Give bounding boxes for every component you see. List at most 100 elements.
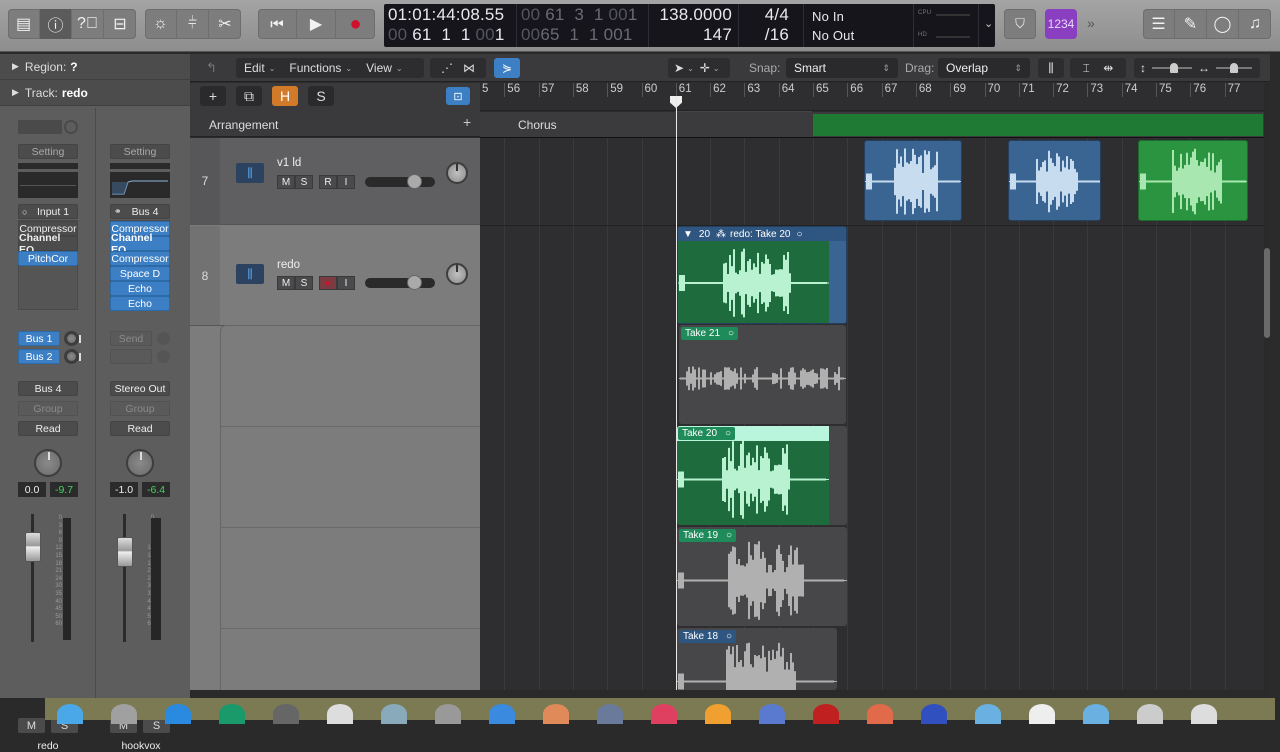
eq-thumbnail[interactable] — [18, 172, 78, 198]
pan-knob[interactable] — [34, 449, 62, 477]
add-track-button[interactable]: + — [200, 86, 226, 106]
horizontal-zoom-slider[interactable] — [1216, 63, 1252, 73]
eq-thumbnail[interactable] — [110, 172, 170, 198]
automation-icon[interactable]: ⋰ — [441, 61, 453, 75]
editors-button[interactable]: ✂ — [209, 9, 241, 39]
snap-select[interactable]: Smart ⇕ — [786, 58, 898, 78]
back-icon[interactable]: ↰ — [206, 60, 217, 76]
dock-app-icon[interactable] — [435, 704, 461, 724]
solo-button[interactable]: S — [295, 276, 313, 290]
waveform-zoom-button[interactable]: ⫼ — [1038, 58, 1064, 78]
take-lane-20[interactable]: Take 20 ○ — [677, 426, 847, 525]
pointer-tool-icon[interactable]: ➤ — [674, 61, 684, 75]
take-lane-19[interactable]: Take 19 ○ — [677, 527, 847, 626]
plugin-slot[interactable]: Echo — [110, 281, 170, 296]
dock-app-icon[interactable] — [975, 704, 1001, 724]
take-menu-icon[interactable]: ⁂ — [716, 229, 726, 240]
lcd-signature[interactable]: 4/4 /16 — [739, 4, 804, 47]
tracks-area[interactable]: ▼ 20 ⁂ redo: Take 20 ○ Take 21 ○ Take 20 ○… — [480, 138, 1264, 690]
solo-button[interactable]: S — [295, 175, 313, 189]
play-button[interactable]: ▶ — [297, 9, 336, 39]
drag-select[interactable]: Overlap ⇕ — [938, 58, 1030, 78]
disclosure-triangle-icon[interactable]: ▼ — [683, 229, 693, 240]
mixer-button[interactable]: ⫩ — [177, 9, 209, 39]
dock-app-icon[interactable] — [219, 704, 245, 724]
channel-name[interactable]: redo — [18, 740, 78, 752]
dock-app-icon[interactable] — [381, 704, 407, 724]
dock-app-icon[interactable] — [1083, 704, 1109, 724]
plugin-slot[interactable]: Echo — [110, 296, 170, 311]
dock-app-icon[interactable] — [597, 704, 623, 724]
dock-app-icon[interactable] — [327, 704, 353, 724]
audio-region[interactable] — [1138, 140, 1248, 221]
plugin-slot[interactable]: Channel EQ — [18, 232, 78, 256]
track-header-7[interactable]: 7 ⫼ v1 ld M S R I — [190, 138, 480, 225]
duplicate-track-button[interactable]: ⧉ — [236, 86, 262, 106]
quick-swipe-icon[interactable]: ○ — [796, 229, 802, 240]
track-name[interactable]: v1 ld — [277, 157, 301, 169]
input-monitor-button[interactable]: I — [337, 175, 355, 189]
marquee-tool-icon[interactable]: ✛ — [700, 61, 710, 75]
audio-region[interactable] — [1008, 140, 1101, 221]
record-button[interactable]: R — [319, 175, 337, 189]
dock-app-icon[interactable] — [543, 704, 569, 724]
plugin-slot[interactable]: Channel EQ — [110, 232, 170, 256]
mute-button[interactable]: M — [18, 718, 45, 733]
fit-horizontal-icon[interactable]: ⇹ — [1103, 61, 1113, 75]
record-enable-button[interactable]: ● — [319, 276, 337, 290]
count-in-button[interactable]: 1234 — [1045, 9, 1077, 39]
volume-slider-handle[interactable] — [407, 275, 422, 290]
view-menu[interactable]: View — [366, 61, 392, 75]
go-to-beginning-button[interactable]: ⏮ — [258, 9, 297, 39]
take-lane-21[interactable]: Take 21 ○ — [679, 325, 846, 424]
more-icon[interactable]: » — [1087, 15, 1095, 31]
dock-app-icon[interactable] — [1029, 704, 1055, 724]
bar-ruler[interactable]: 5 56 57 58 59 60 61 62 63 64 65 66 67 68 69 70 71 72 73 74 7… — [480, 83, 1264, 111]
loop-browser-button[interactable]: ◯ — [1207, 9, 1239, 39]
take-lane-18[interactable]: Take 18 ○ — [677, 628, 837, 690]
functions-menu[interactable]: Functions — [289, 61, 341, 75]
setting-button[interactable]: Setting — [18, 144, 78, 159]
dock-app-icon[interactable] — [111, 704, 137, 724]
audio-region[interactable] — [864, 140, 962, 221]
dock-app-icon[interactable] — [705, 704, 731, 724]
toolbar-button[interactable]: ⊟ — [104, 9, 136, 39]
library-button[interactable]: ▤ — [8, 9, 40, 39]
pan-knob[interactable] — [126, 449, 154, 477]
output-slot[interactable]: Bus 4 — [18, 381, 78, 396]
dock-app-icon[interactable] — [651, 704, 677, 724]
take-label[interactable]: Take 18 ○ — [679, 630, 737, 643]
volume-value[interactable]: -1.0 — [110, 482, 138, 497]
output-slot[interactable]: Stereo Out — [110, 381, 170, 396]
volume-fader[interactable] — [25, 532, 41, 562]
send-slot[interactable]: Send — [110, 331, 152, 346]
quick-help-button[interactable]: ?⃝ — [72, 9, 104, 39]
setting-button[interactable]: Setting — [110, 144, 170, 159]
add-arrangement-marker-button[interactable]: + — [463, 114, 471, 130]
group-slot[interactable]: Group — [18, 401, 78, 416]
dock-app-icon[interactable] — [759, 704, 785, 724]
take-label[interactable]: Take 21 ○ — [681, 327, 739, 340]
fit-vertical-icon[interactable]: ⌶ — [1083, 61, 1090, 76]
dock-app-icon[interactable] — [1137, 704, 1163, 724]
dock-app-icon[interactable] — [489, 704, 515, 724]
send-level-knob[interactable] — [157, 350, 170, 363]
volume-slider[interactable] — [365, 177, 435, 187]
dock-app-icon[interactable] — [273, 704, 299, 724]
automation-mode[interactable]: Read — [18, 421, 78, 436]
channel-name[interactable]: hookvox — [106, 740, 176, 752]
track-name[interactable]: redo — [277, 259, 300, 271]
send-slot[interactable]: Bus 2 — [18, 349, 60, 364]
take-folder[interactable]: ▼ 20 ⁂ redo: Take 20 ○ — [677, 226, 847, 324]
take-label[interactable]: Take 19 ○ — [679, 529, 737, 542]
volume-fader[interactable] — [117, 537, 133, 567]
arrangement-marker[interactable] — [813, 114, 1263, 136]
send-slot-empty[interactable] — [110, 349, 152, 364]
send-level-knob[interactable] — [64, 331, 81, 346]
volume-slider[interactable] — [365, 278, 435, 288]
input-slot[interactable]: ○ Input 1 — [18, 204, 78, 219]
track-header-8[interactable]: 8 ⫼ redo M S ● I — [190, 226, 480, 326]
catch-button[interactable]: ⋟ — [494, 58, 520, 78]
smart-controls-button[interactable]: ☼ — [145, 9, 177, 39]
group-slot[interactable]: Group — [110, 401, 170, 416]
